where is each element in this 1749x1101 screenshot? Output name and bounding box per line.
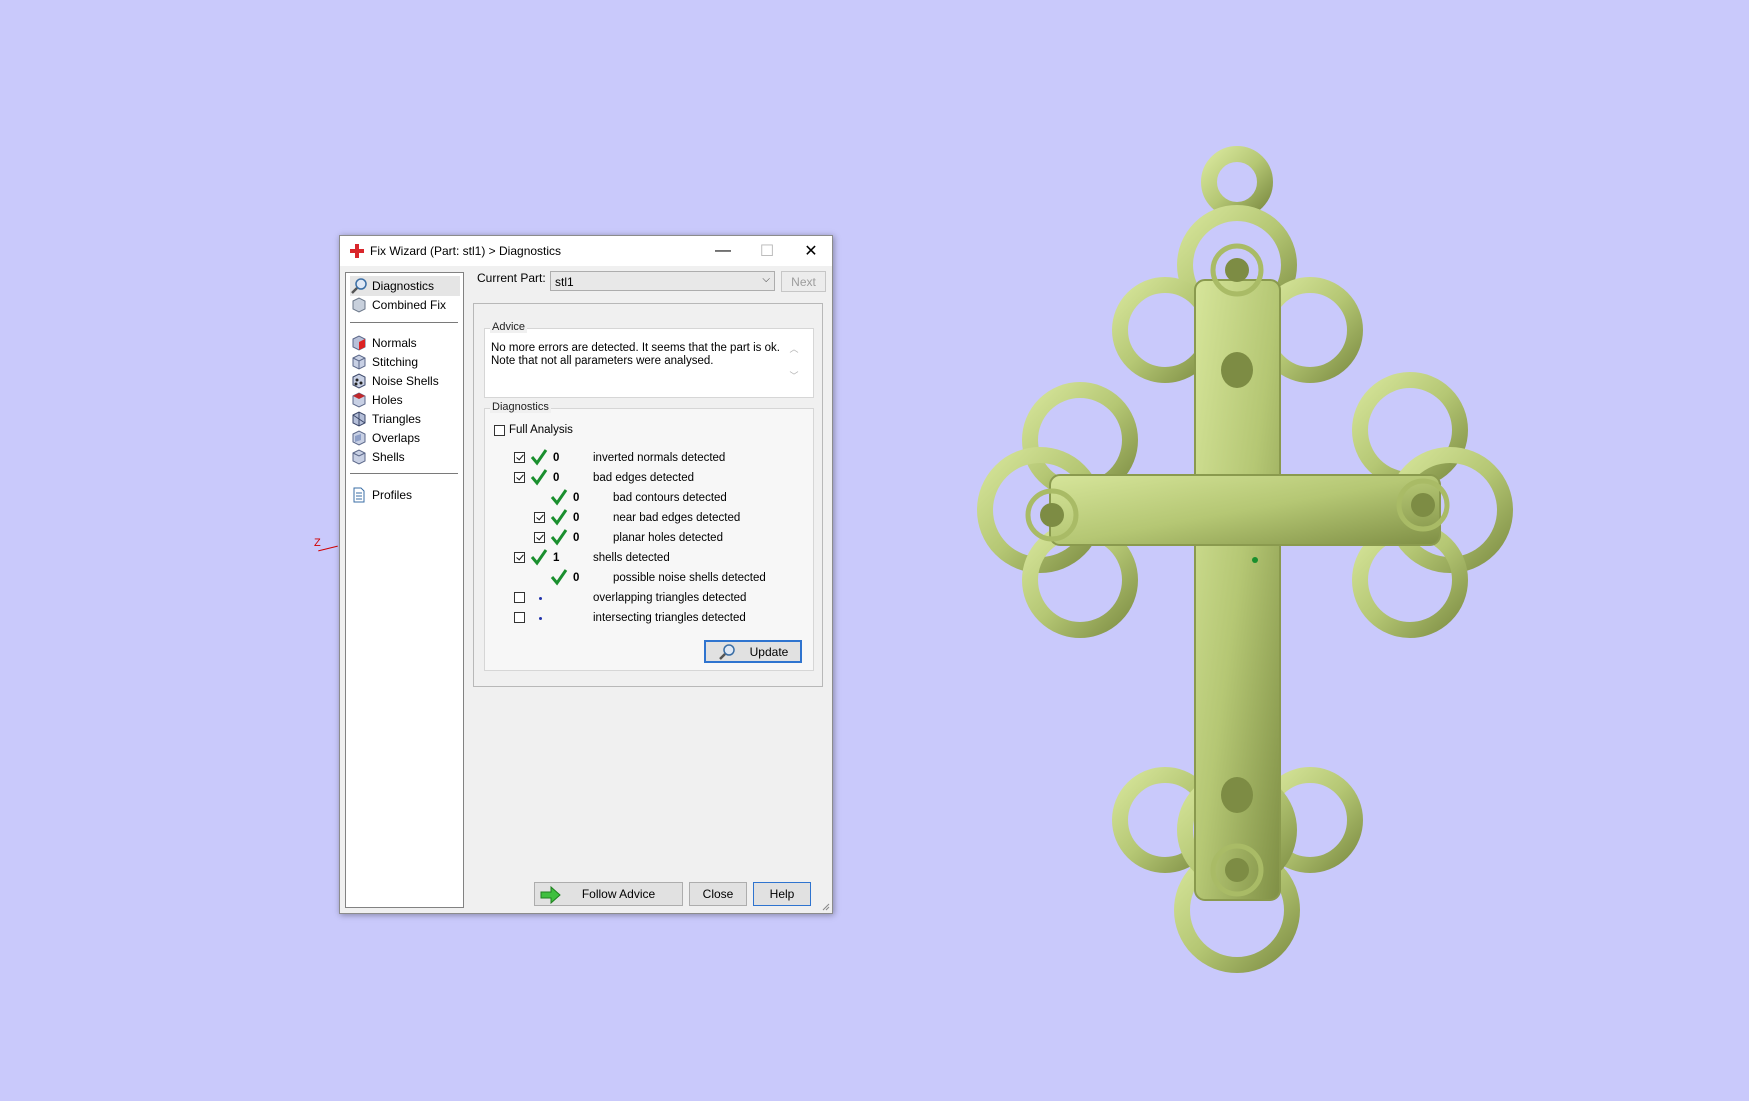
scroll-up-icon[interactable]: ︿ (787, 342, 801, 355)
diag-label: planar holes detected (613, 532, 723, 544)
nav-item-label: Triangles (372, 412, 421, 426)
green-check-icon (530, 469, 548, 486)
diag-label: near bad edges detected (613, 512, 741, 524)
full-analysis-checkbox[interactable] (494, 425, 505, 436)
advice-line-1: No more errors are detected. It seems th… (491, 342, 780, 354)
near-bad-edges-checkbox[interactable] (534, 512, 545, 523)
diag-label: possible noise shells detected (613, 572, 766, 584)
chevron-down-icon: ⌵ (762, 274, 770, 285)
full-analysis-label: Full Analysis (509, 424, 573, 436)
diag-value: 0 (573, 572, 580, 584)
green-check-icon (550, 489, 568, 506)
cross-pendant-model[interactable] (940, 140, 1540, 980)
current-part-label: Current Part: (477, 271, 546, 285)
diag-value: 0 (573, 532, 580, 544)
intersecting-triangles-checkbox[interactable] (514, 612, 525, 623)
nav-item-label: Noise Shells (372, 374, 439, 388)
not-analysed-dot-icon (539, 597, 542, 600)
nav-separator (350, 473, 458, 474)
maximize-button[interactable]: ☐ (745, 236, 789, 266)
close-window-button[interactable]: ✕ (789, 236, 833, 266)
wizard-nav-panel: Diagnostics Combined Fix Normals Stitchi… (345, 272, 464, 908)
diag-value: 0 (573, 512, 580, 524)
minimize-button[interactable]: — (701, 236, 745, 266)
diag-value: 1 (553, 552, 560, 564)
nav-item-holes[interactable]: Holes (350, 390, 460, 410)
current-part-value: stl1 (555, 275, 574, 289)
red-cross-icon (350, 244, 364, 258)
diag-value: 0 (553, 472, 560, 484)
nav-item-profiles[interactable]: Profiles (350, 485, 460, 505)
nav-item-label: Stitching (372, 355, 419, 369)
nav-item-diagnostics[interactable]: Diagnostics (350, 276, 460, 296)
nav-item-label: Shells (372, 450, 405, 464)
nav-item-label: Overlaps (372, 431, 421, 445)
diag-value: 0 (573, 492, 580, 504)
cube-hole-icon (352, 392, 366, 408)
nav-item-shells[interactable]: Shells (350, 447, 460, 467)
cube-triangles-icon (352, 411, 366, 427)
diag-value: 0 (553, 452, 560, 464)
nav-item-label: Diagnostics (372, 279, 435, 293)
inverted-normals-checkbox[interactable] (514, 452, 525, 463)
nav-separator (350, 322, 458, 323)
3d-viewport[interactable] (0, 0, 1749, 1101)
nav-item-normals[interactable]: Normals (350, 333, 460, 353)
not-analysed-dot-icon (539, 617, 542, 620)
diag-label: overlapping triangles detected (593, 592, 747, 604)
scroll-down-icon[interactable]: ﹀ (787, 369, 801, 382)
diag-label: shells detected (593, 552, 670, 564)
help-button[interactable]: Help (753, 882, 811, 906)
advice-scrollbar[interactable]: ︿ ﹀ (787, 342, 801, 390)
cube-red-icon (352, 335, 366, 351)
green-check-icon (550, 569, 568, 586)
magnifier-icon (718, 643, 735, 660)
cube-overlap-icon (352, 430, 366, 446)
diagnostics-group-title: Diagnostics (490, 401, 551, 413)
cube-icon (352, 297, 366, 313)
nav-item-label: Holes (372, 393, 403, 407)
nav-item-noise-shells[interactable]: Noise Shells (350, 371, 460, 391)
nav-item-combined-fix[interactable]: Combined Fix (350, 295, 460, 315)
bad-edges-checkbox[interactable] (514, 472, 525, 483)
next-button[interactable]: Next (781, 271, 826, 292)
resize-grip-icon[interactable] (822, 903, 830, 911)
cube-noise-icon (352, 373, 366, 389)
green-check-icon (530, 549, 548, 566)
dialog-title: Fix Wizard (Part: stl1) > Diagnostics (370, 244, 562, 258)
nav-item-overlaps[interactable]: Overlaps (350, 428, 460, 448)
cube-shells-icon (352, 449, 366, 465)
green-check-icon (550, 509, 568, 526)
nav-item-label: Profiles (372, 488, 413, 502)
green-check-icon (550, 529, 568, 546)
cube-stitch-icon (352, 354, 366, 370)
advice-text: No more errors are detected. It seems th… (491, 342, 781, 368)
axis-z-label: Z (314, 537, 321, 549)
planar-holes-checkbox[interactable] (534, 532, 545, 543)
advice-line-2: Note that not all parameters were analys… (491, 355, 714, 367)
document-icon (353, 487, 365, 503)
advice-group-title: Advice (490, 321, 528, 333)
title-bar[interactable]: Fix Wizard (Part: stl1) > Diagnostics — … (340, 236, 832, 266)
overlapping-triangles-checkbox[interactable] (514, 592, 525, 603)
diag-label: bad contours detected (613, 492, 727, 504)
update-label: Update (749, 644, 789, 659)
magnifier-icon (351, 278, 367, 294)
follow-advice-button[interactable]: Follow Advice (534, 882, 683, 906)
nav-item-stitching[interactable]: Stitching (350, 352, 460, 372)
green-arrow-icon (540, 886, 561, 904)
diag-label: bad edges detected (593, 472, 695, 484)
diag-label: intersecting triangles detected (593, 612, 746, 624)
update-button[interactable]: Update (704, 640, 802, 663)
close-button[interactable]: Close (689, 882, 747, 906)
green-check-icon (530, 449, 548, 466)
diag-label: inverted normals detected (593, 452, 726, 464)
shells-checkbox[interactable] (514, 552, 525, 563)
nav-item-label: Normals (372, 336, 417, 350)
nav-item-label: Combined Fix (372, 298, 447, 312)
current-part-select[interactable]: stl1 ⌵ (550, 271, 775, 291)
follow-advice-label: Follow Advice (581, 887, 656, 901)
nav-item-triangles[interactable]: Triangles (350, 409, 460, 429)
fix-wizard-dialog: Fix Wizard (Part: stl1) > Diagnostics — … (339, 235, 833, 914)
